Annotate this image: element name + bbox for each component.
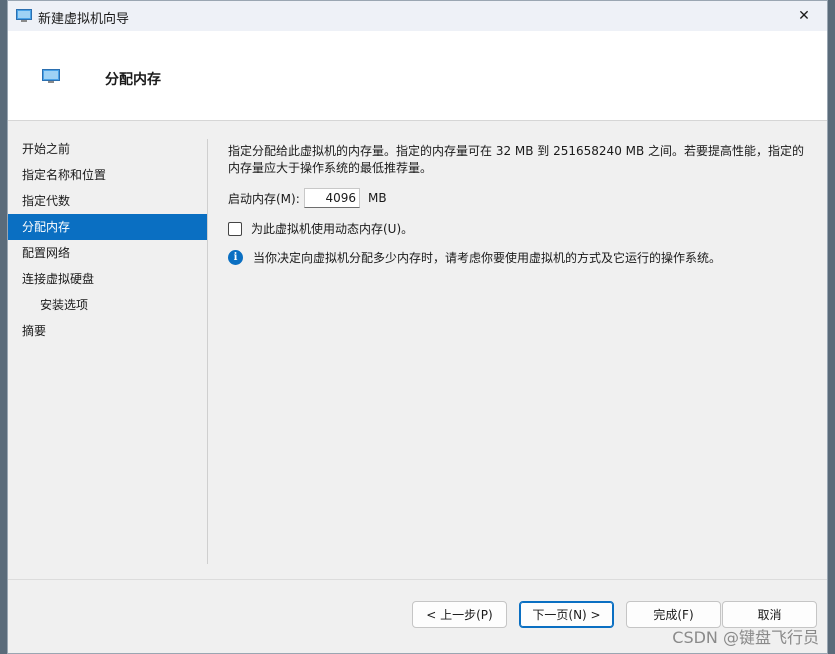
startup-memory-unit: MB bbox=[368, 191, 387, 205]
wizard-step-nav: 开始之前 指定名称和位置 指定代数 分配内存 配置网络 连接虚拟硬盘 安装选项 … bbox=[8, 136, 207, 344]
wizard-header: 分配内存 bbox=[8, 31, 827, 121]
nav-item-networking[interactable]: 配置网络 bbox=[8, 240, 207, 266]
previous-button[interactable]: < 上一步(P) bbox=[412, 601, 507, 628]
window-title: 新建虚拟机向导 bbox=[38, 12, 130, 27]
info-text: 当你决定向虚拟机分配多少内存时，请考虑你要使用虚拟机的方式及它运行的操作系统。 bbox=[253, 251, 722, 265]
watermark-text: CSDN @键盘飞行员 bbox=[672, 628, 819, 647]
nav-item-name-location[interactable]: 指定名称和位置 bbox=[8, 162, 207, 188]
startup-memory-input[interactable]: 4096 bbox=[304, 188, 360, 208]
info-icon: i bbox=[228, 250, 243, 265]
nav-item-assign-memory[interactable]: 分配内存 bbox=[8, 214, 207, 240]
nav-item-summary[interactable]: 摘要 bbox=[8, 318, 207, 344]
nav-item-before-you-begin[interactable]: 开始之前 bbox=[8, 136, 207, 162]
dynamic-memory-row: 为此虚拟机使用动态内存(U)。 bbox=[228, 220, 413, 237]
close-icon: ✕ bbox=[798, 8, 810, 24]
close-button[interactable]: ✕ bbox=[781, 1, 827, 31]
title-bar: 新建虚拟机向导 ✕ bbox=[8, 1, 827, 31]
dynamic-memory-label[interactable]: 为此虚拟机使用动态内存(U)。 bbox=[251, 220, 413, 237]
nav-divider bbox=[207, 139, 208, 564]
nav-item-virtual-disk[interactable]: 连接虚拟硬盘 bbox=[8, 266, 207, 292]
wizard-window: 新建虚拟机向导 ✕ 分配内存 开始之前 指定名称和位置 指定代数 分配内存 配置… bbox=[7, 0, 828, 654]
info-row: i 当你决定向虚拟机分配多少内存时，请考虑你要使用虚拟机的方式及它运行的操作系统… bbox=[228, 249, 721, 266]
dynamic-memory-checkbox[interactable] bbox=[228, 221, 242, 236]
page-title: 分配内存 bbox=[105, 72, 161, 88]
monitor-icon bbox=[42, 69, 60, 86]
nav-item-generation[interactable]: 指定代数 bbox=[8, 188, 207, 214]
monitor-icon bbox=[16, 9, 32, 25]
description-text: 指定分配给此虚拟机的内存量。指定的内存量可在 32 MB 到 251658240… bbox=[228, 144, 805, 175]
content-pane: 指定分配给此虚拟机的内存量。指定的内存量可在 32 MB 到 251658240… bbox=[228, 143, 808, 265]
startup-memory-label: 启动内存(M): bbox=[228, 191, 300, 206]
nav-item-install-options[interactable]: 安装选项 bbox=[8, 292, 207, 318]
startup-memory-row: 启动内存(M): 4096 MB bbox=[228, 188, 387, 208]
next-button[interactable]: 下一页(N) > bbox=[519, 601, 614, 628]
